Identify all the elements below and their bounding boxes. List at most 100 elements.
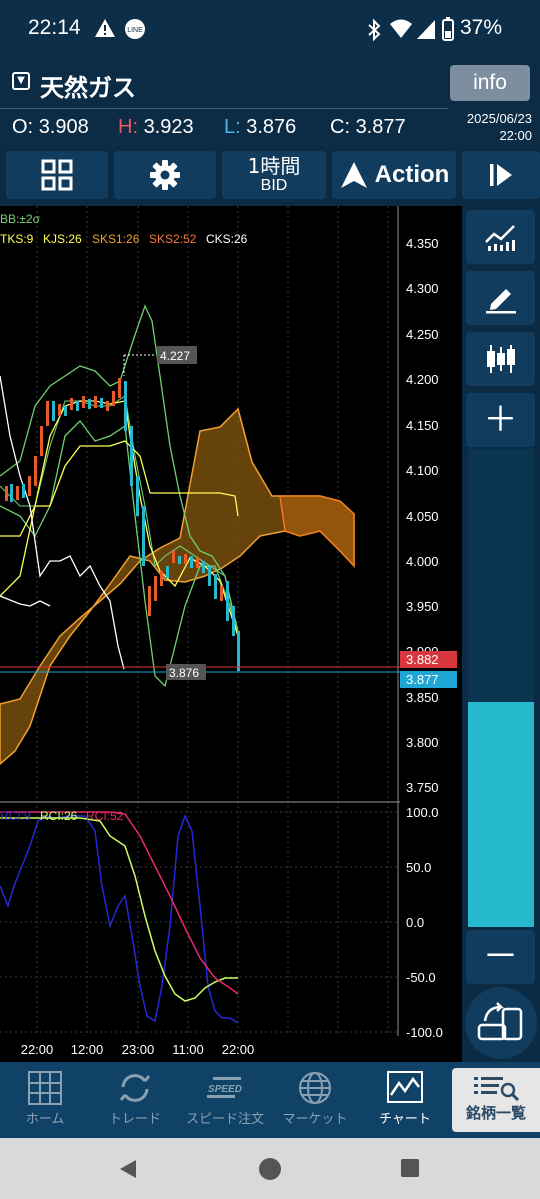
plus-icon: ＋ [483, 400, 518, 440]
price-tick: 4.350 [406, 236, 439, 251]
chart-area[interactable]: 4.227 3.876 BB:±2σ TKS:9 KJS:26 SKS1:26 … [0, 206, 462, 1062]
play-forward-button[interactable] [462, 151, 540, 199]
status-bar: 22:14 LINE 37% [0, 0, 540, 60]
low-value: 3.876 [246, 116, 297, 138]
chart-type-button[interactable] [466, 332, 535, 386]
drawing-tool-button[interactable] [466, 271, 535, 325]
system-nav-bar [0, 1138, 540, 1199]
price-tick: 4.300 [406, 281, 439, 296]
nav-label: トレード [108, 1112, 161, 1127]
back-icon[interactable] [118, 1158, 138, 1184]
nav-speed-order[interactable]: SPEED スピード注文 [180, 1062, 270, 1138]
line-chart-icon [484, 225, 515, 251]
update-time: 22:00 [499, 128, 532, 143]
price-tick: 3.750 [406, 780, 439, 795]
high-value: 3.923 [143, 116, 194, 138]
rotate-screen-button[interactable] [465, 987, 537, 1059]
rotate-screen-icon [477, 1002, 523, 1041]
home-grid-icon [28, 1071, 62, 1105]
gear-icon [150, 160, 180, 190]
rci-tick: 0.0 [406, 915, 424, 930]
chikou-line-left [0, 595, 51, 607]
nav-label: チャート [379, 1112, 431, 1127]
svg-text:SPEED: SPEED [208, 1084, 242, 1095]
high-label: H: [118, 116, 138, 138]
nav-label: ホーム [25, 1112, 65, 1127]
symbol-list-button[interactable]: 銘柄一覧 [452, 1068, 540, 1132]
list-search-icon [474, 1077, 520, 1102]
close-label: C: [330, 116, 350, 138]
symbol-list-label: 銘柄一覧 [465, 1104, 526, 1122]
instrument-dropdown-icon[interactable]: ▼ [12, 72, 30, 90]
action-button[interactable]: Action [332, 151, 456, 199]
zoom-out-button[interactable]: － [466, 930, 535, 984]
rci-tick: -100.0 [406, 1025, 443, 1040]
price-tick: 4.250 [406, 327, 439, 342]
zoom-slider-fill[interactable] [468, 702, 534, 927]
timeframe-button[interactable]: 1時間 BID [222, 151, 326, 199]
ask-badge: 3.882 [406, 652, 439, 667]
rci-legend-52: RCI:52 [86, 809, 124, 823]
legend-cks: CKS:26 [206, 232, 248, 246]
rci-tick: 100.0 [406, 805, 439, 820]
zoom-in-button[interactable]: ＋ [466, 393, 535, 447]
legend-sks2: SKS2:52 [149, 232, 197, 246]
minus-icon: － [482, 936, 519, 977]
instrument-title[interactable]: 天然ガス [40, 68, 136, 103]
ichimoku-cloud-future [279, 495, 355, 568]
recents-icon[interactable] [400, 1158, 420, 1182]
rci-legend-9: RCI:9 [0, 809, 31, 823]
time-tick: 23:00 [122, 1042, 155, 1057]
line-app-icon: LINE [124, 18, 146, 44]
wifi-icon [389, 18, 413, 44]
nav-label: スピード注文 [185, 1112, 264, 1127]
time-tick: 22:00 [222, 1042, 255, 1057]
indicator-button[interactable] [466, 210, 535, 264]
time-tick: 12:00 [71, 1042, 104, 1057]
speed-icon: SPEED [207, 1077, 242, 1098]
low-marker: 3.876 [169, 666, 199, 680]
price-tick: 4.000 [406, 554, 439, 569]
info-button[interactable]: info [450, 65, 530, 101]
globe-icon [299, 1072, 331, 1104]
battery-icon [442, 17, 454, 45]
price-tick: 4.200 [406, 372, 439, 387]
legend-tks: TKS:9 [0, 232, 34, 246]
main-vertical-grid [36, 206, 389, 1036]
nav-home[interactable]: ホーム [0, 1062, 90, 1138]
settings-button[interactable] [114, 151, 216, 199]
signal-icon [416, 18, 436, 44]
status-time: 22:14 [28, 16, 81, 39]
time-tick: 11:00 [172, 1042, 204, 1057]
nav-chart[interactable]: チャート [360, 1062, 450, 1138]
action-label: Action [374, 161, 450, 188]
close-value: 3.877 [355, 116, 406, 138]
battery-percent: 37% [459, 16, 502, 39]
nav-trade[interactable]: トレード [90, 1062, 180, 1138]
rci-tick: 50.0 [406, 860, 431, 875]
action-icon [340, 162, 367, 188]
trade-arrows-icon [119, 1074, 151, 1102]
rci-9-line [0, 814, 239, 1024]
legend-kjs: KJS:26 [43, 232, 82, 246]
header-divider [0, 108, 448, 109]
time-tick: 22:00 [21, 1042, 54, 1057]
chart-canvas[interactable]: 4.227 3.876 BB:±2σ TKS:9 KJS:26 SKS1:26 … [0, 206, 462, 1062]
bb-legend: BB:±2σ [0, 212, 41, 226]
price-tick: 3.950 [406, 599, 439, 614]
price-type-label: BID [260, 177, 288, 194]
low-price: L: 3.876 [224, 116, 296, 139]
home-icon[interactable] [258, 1157, 282, 1185]
rci-26-line [0, 817, 238, 1002]
ichimoku-cloud [0, 407, 355, 765]
rci-52-line [0, 811, 239, 995]
price-tick: 3.800 [406, 735, 439, 750]
candlestick-icon [486, 345, 515, 373]
chart-icon [387, 1071, 423, 1103]
chikou-line [0, 375, 125, 670]
nav-market[interactable]: マーケット [270, 1062, 360, 1138]
close-price: C: 3.877 [330, 116, 406, 139]
play-forward-icon [490, 164, 512, 186]
low-label: L: [224, 116, 241, 138]
layout-button[interactable] [6, 151, 108, 199]
